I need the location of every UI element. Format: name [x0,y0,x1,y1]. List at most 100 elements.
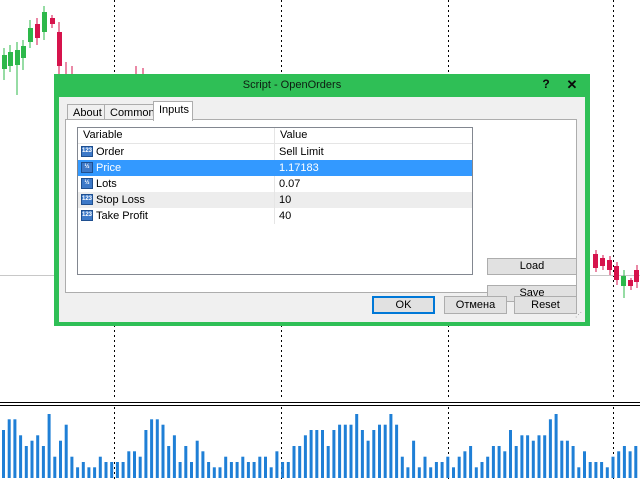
volume-bar [565,440,569,478]
volume-bar [383,424,387,478]
table-row[interactable]: 123 Stop Loss 10 [78,192,472,208]
double-icon: ½ [81,162,93,173]
table-row[interactable]: 123 Order Sell Limit [78,144,472,160]
table-row[interactable]: 123 Take Profit 40 [78,208,472,224]
volume-bar [452,467,455,478]
volume-bar [241,456,245,478]
volume-bar [246,462,250,478]
volume-bar [554,414,558,478]
load-button[interactable]: Load [487,258,577,275]
help-button[interactable]: ? [536,76,556,93]
value-cell[interactable]: 0.07 [275,176,472,192]
volume-bar [195,440,199,478]
volume-bar [64,424,68,478]
volume-bar [617,451,621,478]
tab-about[interactable]: About [67,104,105,120]
volume-bar [474,467,478,478]
tab-common[interactable]: Common [104,104,155,120]
volume-bar [349,424,353,478]
volume-bar [87,467,91,478]
volume-bar [486,456,490,478]
volume-bar [292,446,296,478]
volume-bar [229,462,233,478]
variable-name: Order [96,146,125,158]
tab-inputs[interactable]: Inputs [153,101,193,121]
volume-bar [378,424,381,478]
volume-bar [93,467,97,478]
volume-bar [121,462,125,478]
value-cell[interactable]: Sell Limit [275,144,472,160]
column-header-value[interactable]: Value [275,128,472,143]
volume-bar [594,462,598,478]
close-icon[interactable]: ✕ [558,76,586,93]
volume-bar [315,430,319,478]
cancel-button[interactable]: Отмена [444,296,507,314]
volume-bar [326,446,330,478]
volume-bar [281,462,285,478]
volume-bar [70,456,74,478]
column-header-variable[interactable]: Variable [78,128,275,143]
volume-bar [622,446,626,478]
volume-bar [138,456,142,478]
open-orders-dialog: Script - OpenOrders ? ✕ About Common Inp… [54,74,590,326]
volume-bar [457,456,461,478]
double-icon: ½ [81,178,93,189]
volume-bar [81,462,85,478]
volume-bar [412,440,416,478]
volume-bar [309,430,313,478]
reset-button[interactable]: Reset [514,296,577,314]
volume-bar [321,430,324,478]
volume-bar [537,435,541,478]
volume-bar [497,446,501,478]
volume-bar [24,446,28,478]
volume-bar [184,446,188,478]
volume-bar [115,462,119,478]
volume-bar [47,414,51,478]
volume-bar [207,462,211,478]
volume-bar [338,424,342,478]
volume-bar [520,435,524,478]
volume-bar [7,419,11,478]
volume-bar [469,446,473,478]
volume-bar [144,430,148,478]
volume-bar [286,462,290,478]
volume-bar [264,456,267,478]
variable-cell: 123 Order [78,144,275,160]
volume-bar [30,440,34,478]
volume-bar [332,430,336,478]
volume-bar [133,451,136,478]
table-row[interactable]: ½ Lots 0.07 [78,176,472,192]
inputs-table: Variable Value 123 Order Sell Limit ½ Pr… [77,127,473,275]
volume-bar [235,462,239,478]
integer-icon: 123 [81,194,93,205]
variable-name: Lots [96,178,117,190]
volume-bar [440,462,444,478]
ok-button[interactable]: OK [372,296,435,314]
volume-bar [41,446,45,478]
value-cell[interactable]: 10 [275,192,472,208]
volume-bar [480,462,484,478]
table-row-selected[interactable]: ½ Price 1.17183 [78,160,472,176]
volume-bar [167,446,171,478]
volume-bar [150,419,154,478]
volume-bar [628,451,632,478]
volume-bar [571,446,575,478]
variable-name: Price [96,162,122,174]
volume-bar [104,462,108,478]
volume-bar [343,424,347,478]
volume-bar [155,419,159,478]
value-cell[interactable]: 1.17183 [275,160,472,176]
dialog-titlebar[interactable]: Script - OpenOrders ? ✕ [54,74,590,97]
volume-bar [360,430,364,478]
table-header: Variable Value [78,128,472,144]
volume-bar [2,430,5,478]
value-cell[interactable]: 40 [275,208,472,224]
volume-bar [543,435,547,478]
volume-bar [298,446,302,478]
dialog-client-area: About Common Inputs Variable Value 123 O… [59,97,585,322]
volume-bar [19,435,23,478]
variable-cell: ½ Price [78,160,275,176]
resize-grip-icon[interactable]: ⋰ [575,312,583,320]
volume-bar [611,456,615,478]
volume-bar [269,467,273,478]
